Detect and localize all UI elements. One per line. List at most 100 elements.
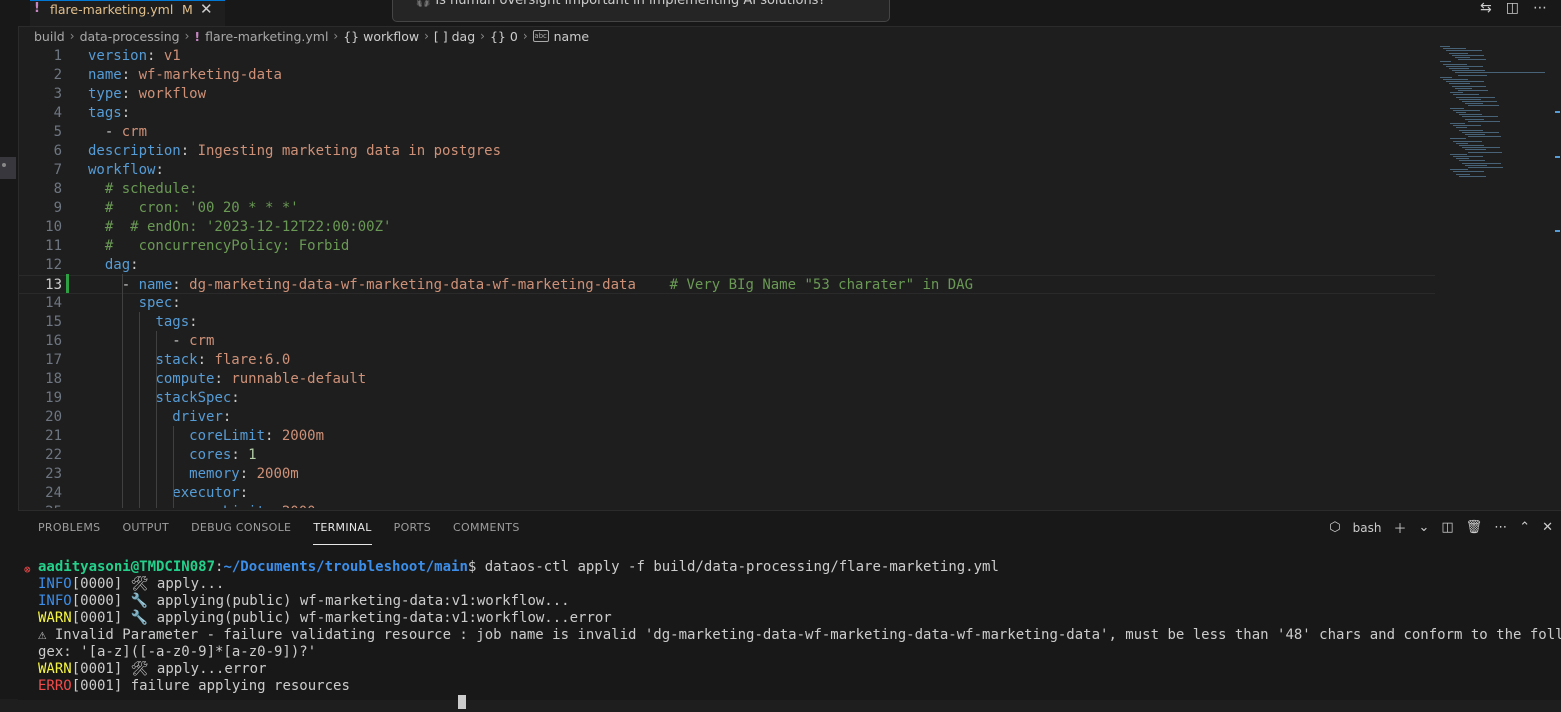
terminal-output[interactable]: ⊗ aadityasoni@TMDCIN087:~/Documents/trou… [18,559,1561,709]
close-panel-icon[interactable]: ✕ [1542,520,1553,535]
activity-indicator[interactable] [0,157,16,179]
minimap-line [1446,81,1484,83]
breadcrumb-workflow[interactable]: {} workflow [343,29,419,44]
minimap-line [1465,149,1486,151]
code-text: memory: 2000m [189,466,299,482]
minimap-line [1456,142,1468,144]
tab-flare-marketing[interactable]: ! flare-marketing.yml M ✕ [30,0,225,26]
code-line[interactable]: 16 - crm [18,332,1435,351]
breadcrumb-index[interactable]: {} 0 [490,29,518,44]
line-number: 8 [53,181,62,197]
yaml-warning-icon: ! [34,1,40,16]
minimap-line [1443,48,1466,50]
indent-guide [156,331,157,508]
line-number: 6 [53,143,62,159]
code-line[interactable]: 1 version: v1 [18,47,1435,66]
line-number: 9 [53,200,62,216]
code-line[interactable]: 18 compute: runnable-default [18,370,1435,389]
tab-problems[interactable]: PROBLEMS [38,511,100,545]
code-line[interactable]: 15 tags: [18,313,1435,332]
code-line[interactable]: 8 # schedule: [18,180,1435,199]
minimap-line [1456,96,1495,98]
indent-guide [122,274,123,508]
minimap-line [1446,65,1483,67]
code-line[interactable]: 13 - name: dg-marketing-data-wf-marketin… [18,275,1435,294]
code-text: stackSpec: [155,390,240,406]
chat-popup[interactable]: 🎧 Is human oversight important in implem… [392,0,890,22]
minimap[interactable] [1440,46,1560,186]
tab-comments[interactable]: COMMENTS [453,511,520,545]
tab-output[interactable]: OUTPUT [122,511,169,545]
code-line[interactable]: 20 driver: [18,408,1435,427]
minimap-line [1455,57,1470,58]
code-line[interactable]: 9 # cron: '00 20 * * *' [18,199,1435,218]
code-text: - crm [88,124,148,140]
code-text: driver: [172,409,232,425]
code-text: tags: [88,105,131,121]
minimap-line [1468,167,1503,168]
error-status-icon: ⊗ [24,563,31,576]
more-actions-icon[interactable]: ⋯ [1494,520,1507,535]
line-number: 21 [45,428,62,444]
split-editor-icon[interactable]: ◫ [1506,0,1519,22]
line-number: 7 [53,162,62,178]
code-line[interactable]: 7 workflow: [18,161,1435,180]
code-line[interactable]: 25 coreLimit: 2000m [18,503,1435,508]
code-line[interactable]: 22 cores: 1 [18,446,1435,465]
code-text: coreLimit: 2000m [88,503,324,508]
code-line[interactable]: 4 tags: [18,104,1435,123]
chevron-down-icon[interactable]: ⌄ [1418,520,1429,535]
breadcrumb-file[interactable]: flare-marketing.yml [205,29,328,44]
more-actions-icon[interactable]: ⋯ [1533,0,1547,22]
breadcrumb-build[interactable]: build [34,29,65,44]
line-number: 19 [45,390,62,406]
modified-line-gutter [66,274,69,293]
terminal-cursor-line[interactable] [38,695,466,712]
breadcrumb-dag[interactable]: [ ] dag [434,29,475,44]
code-line[interactable]: 21 coreLimit: 2000m [18,427,1435,446]
minimap-line [1452,54,1484,56]
line-number: 3 [53,86,62,102]
code-line[interactable]: 2 name: wf-marketing-data [18,66,1435,85]
line-number: 14 [45,295,62,311]
line-number: 11 [45,238,62,254]
activity-bar [0,0,19,699]
minimap-line [1449,83,1470,85]
breadcrumb-name[interactable]: name [554,29,589,44]
new-terminal-icon[interactable]: ＋ [1393,518,1406,537]
code-line[interactable]: 3 type: workflow [18,85,1435,104]
code-line[interactable]: 23 memory: 2000m [18,465,1435,484]
breadcrumb-data-processing[interactable]: data-processing [80,29,180,44]
trash-icon[interactable]: 🗑 [1466,520,1483,535]
line-number: 22 [45,447,62,463]
terminal-shell-name[interactable]: bash [1353,521,1382,535]
code-text: stack: flare:6.0 [155,352,291,368]
split-terminal-icon[interactable]: ◫ [1441,520,1453,535]
code-editor[interactable]: 1 version: v1 2 name: wf-marketing-data 3 typ… [18,46,1561,508]
code-line[interactable]: 14 spec: [18,294,1435,313]
terminal-line: INFO[0000] 🛠 apply... [38,576,225,592]
minimap-line [1459,145,1484,146]
terminal-line: ERRO[0001] failure applying resources [38,678,350,694]
minimap-line [1465,103,1483,105]
close-tab-icon[interactable]: ✕ [200,0,213,18]
line-number: 2 [53,67,62,83]
tab-ports[interactable]: PORTS [394,511,431,545]
maximize-panel-icon[interactable]: ⌃ [1519,520,1530,535]
source-control-compare-icon[interactable]: ⇆ [1480,0,1492,22]
code-line[interactable]: 6 description: Ingesting marketing data i… [18,142,1435,161]
code-line[interactable]: 19 stackSpec: [18,389,1435,408]
scrollbar-marker [1555,230,1560,232]
minimap-line [1446,50,1482,52]
code-line[interactable]: 10 # # endOn: '2023-12-12T22:00:00Z' [18,218,1435,237]
code-line[interactable]: 11 # concurrencyPolicy: Forbid [18,237,1435,256]
code-line[interactable]: 17 stack: flare:6.0 [18,351,1435,370]
tab-debug-console[interactable]: DEBUG CONSOLE [191,511,291,545]
minimap-line [1453,125,1481,127]
tab-terminal[interactable]: TERMINAL [313,511,372,545]
code-line[interactable]: 5 - crm [18,123,1435,142]
code-line[interactable]: 24 executor: [18,484,1435,503]
code-line[interactable]: 12 dag: [18,256,1435,275]
panel-actions: ⬡ bash ＋ ⌄ ◫ 🗑 ⋯ ⌃ ✕ [1329,518,1553,537]
line-number: 5 [53,124,62,140]
